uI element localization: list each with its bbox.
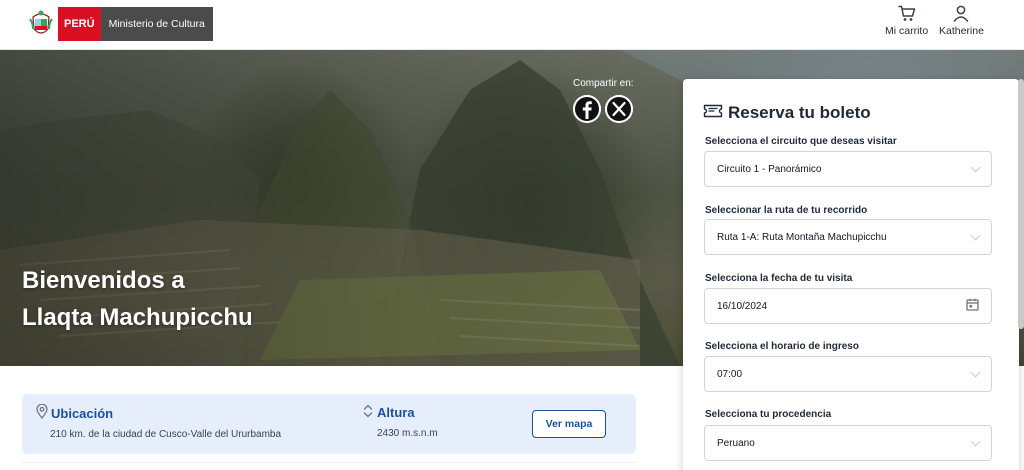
brand-ministry: Ministerio de Cultura — [100, 7, 213, 41]
ministry-logo[interactable]: PERÚ Ministerio de Cultura — [29, 7, 213, 41]
altitude-value: 2430 m.s.n.m — [377, 428, 438, 439]
circuit-value: Circuito 1 - Panorámico — [717, 163, 822, 175]
date-value: 16/10/2024 — [717, 300, 768, 312]
date-input[interactable]: 16/10/2024 — [704, 288, 992, 324]
chevron-down-icon — [970, 162, 981, 172]
date-label: Selecciona la fecha de tu visita — [705, 273, 853, 284]
time-value: 07:00 — [717, 368, 743, 380]
cart-icon — [885, 5, 928, 22]
user-label: Katherine — [939, 25, 984, 37]
cart-label: Mi carrito — [885, 25, 929, 37]
site-header: PERÚ Ministerio de Cultura Mi carrito Ka… — [0, 0, 1024, 50]
circuit-select[interactable]: Circuito 1 - Panorámico — [704, 151, 992, 187]
share-section: Compartir en: — [573, 78, 634, 123]
route-select[interactable]: Ruta 1-A: Ruta Montaña Machupicchu — [704, 219, 992, 255]
site-info-panel: Ubicación 210 km. de la ciudad de Cusco-… — [22, 394, 636, 454]
page-scrollbar[interactable] — [1018, 79, 1024, 329]
origin-value: Peruano — [717, 437, 755, 449]
hero-title-line2: Llaqta Machupicchu — [22, 304, 253, 331]
facebook-icon[interactable] — [573, 95, 601, 123]
booking-title-text: Reserva tu boleto — [728, 103, 871, 122]
altitude-title: Altura — [377, 405, 415, 420]
user-menu-button[interactable]: Katherine — [939, 5, 984, 37]
hero-title-line1: Bienvenidos a — [22, 267, 185, 294]
share-label: Compartir en: — [573, 78, 634, 89]
circuit-label: Selecciona el circuito que deseas visita… — [705, 136, 897, 147]
chevron-down-icon — [970, 367, 981, 377]
route-label: Seleccionar la ruta de tu recorrido — [705, 205, 868, 216]
location-pin-icon — [36, 403, 48, 422]
coat-of-arms-icon — [29, 9, 53, 39]
time-label: Selecciona el horario de ingreso — [705, 341, 859, 352]
info-divider — [22, 462, 636, 470]
booking-title: Reserva tu boleto — [703, 103, 871, 123]
time-select[interactable]: 07:00 — [704, 356, 992, 392]
location-value: 210 km. de la ciudad de Cusco-Valle del … — [50, 429, 282, 440]
cart-button[interactable]: Mi carrito — [885, 5, 928, 37]
altitude-info: Altura 2430 m.s.n.m — [362, 404, 438, 439]
altitude-icon — [362, 404, 374, 421]
brand-country: PERÚ — [58, 7, 101, 41]
ticket-icon — [703, 103, 723, 123]
x-icon[interactable] — [605, 95, 633, 123]
view-map-button[interactable]: Ver mapa — [532, 410, 606, 438]
route-value: Ruta 1-A: Ruta Montaña Machupicchu — [717, 231, 887, 243]
calendar-icon[interactable] — [966, 298, 979, 314]
user-icon — [939, 5, 984, 22]
location-title: Ubicación — [51, 405, 114, 421]
origin-select[interactable]: Peruano — [704, 425, 992, 461]
booking-card: Reserva tu boleto Selecciona el circuito… — [683, 79, 1019, 470]
chevron-down-icon — [970, 230, 981, 240]
location-info: Ubicación 210 km. de la ciudad de Cusco-… — [36, 403, 282, 440]
origin-label: Selecciona tu procedencia — [705, 409, 832, 420]
hero-title: Bienvenidos a Llaqta Machupicchu — [22, 262, 253, 336]
chevron-down-icon — [970, 436, 981, 446]
